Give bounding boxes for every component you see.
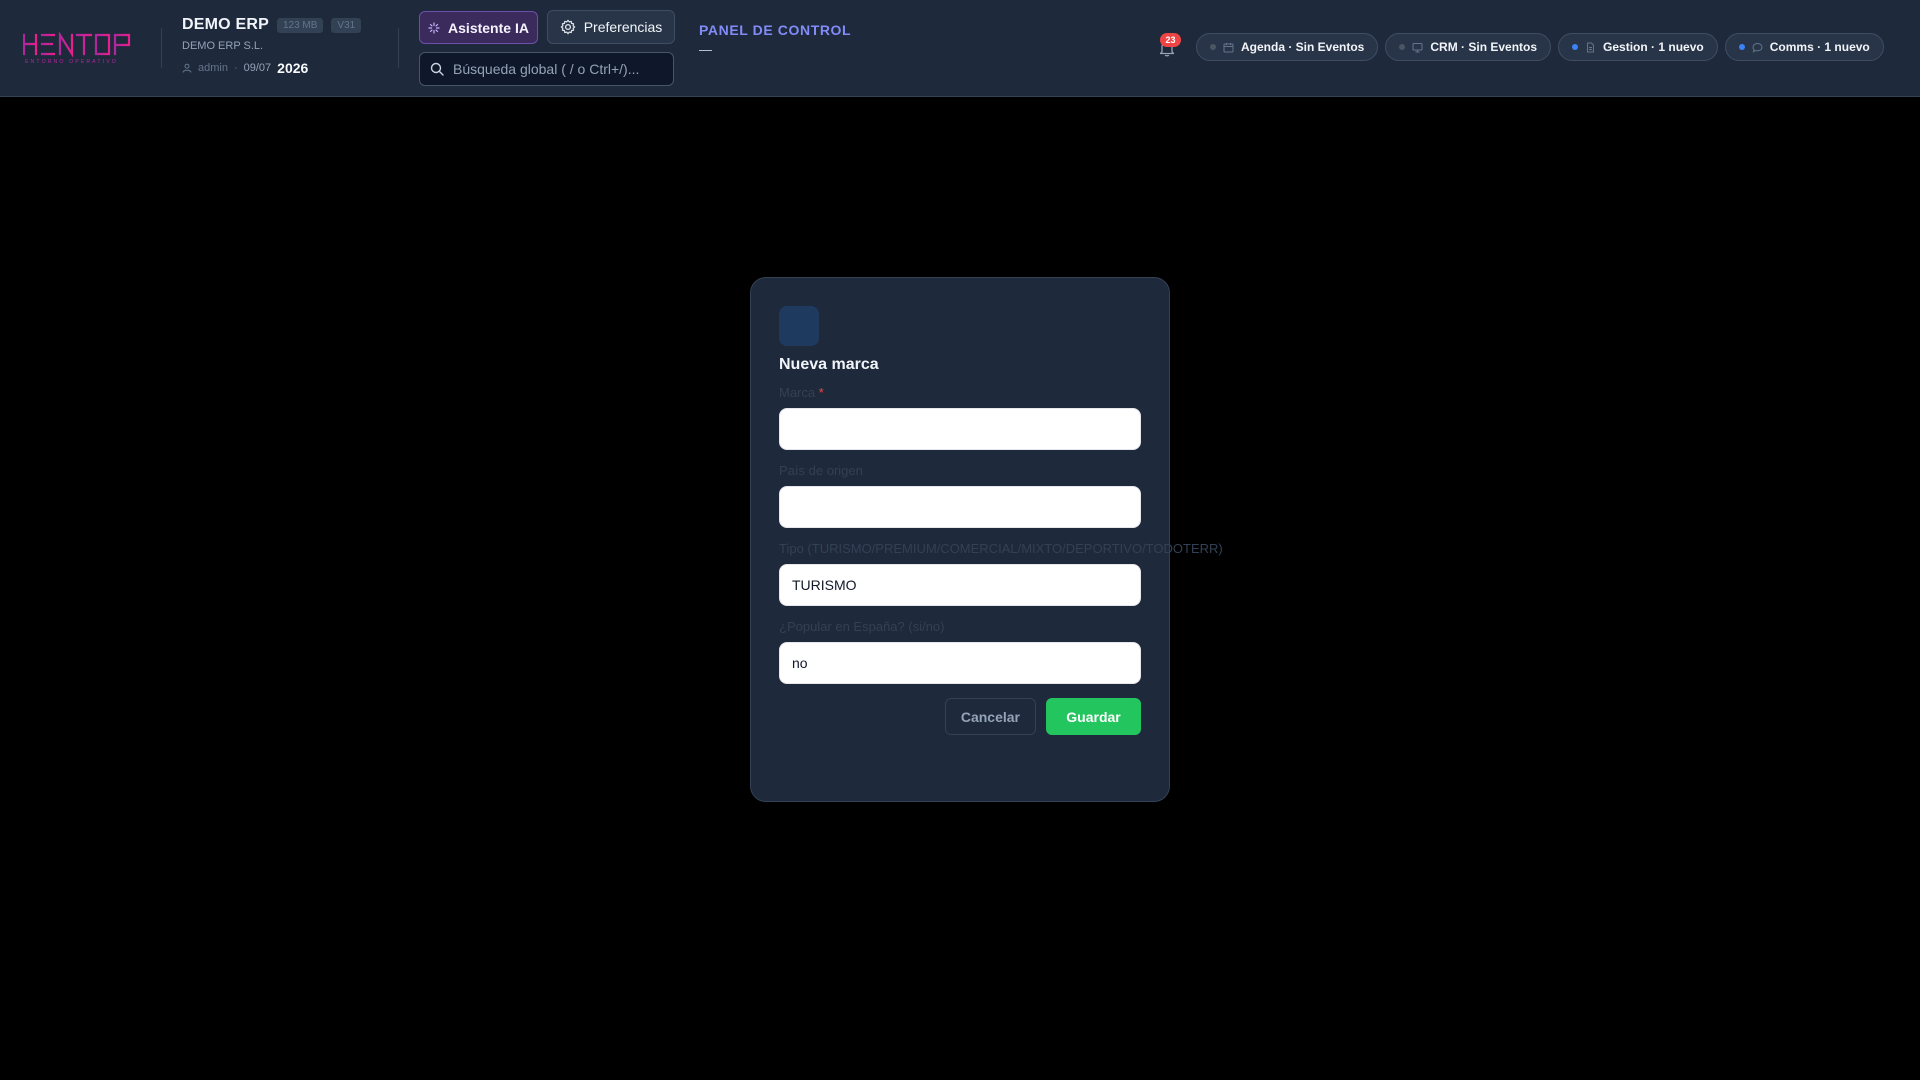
country-field-label: País de origen: [779, 463, 863, 478]
status-dot: [1399, 44, 1406, 50]
version-badge: V31: [331, 17, 362, 33]
page-subtitle: —: [699, 42, 712, 57]
separator-dot: ·: [233, 62, 238, 74]
top-bar: ENTORNO OPERATIVO DEMO ERP 123 MB V31 DE…: [0, 0, 1920, 97]
storage-badge: 123 MB: [276, 17, 324, 33]
session-date: 09/07: [243, 62, 272, 74]
country-input[interactable]: [779, 486, 1141, 528]
status-dot: [1572, 44, 1579, 50]
popular-input[interactable]: [779, 642, 1141, 684]
status-pill-gestion[interactable]: Gestion · 1 nuevo: [1558, 33, 1718, 61]
user-name: admin: [198, 62, 228, 74]
new-brand-dialog: Nueva marca Marca * País de origen Tipo …: [750, 277, 1223, 802]
status-pill-crm[interactable]: CRM · Sin Eventos: [1385, 33, 1552, 61]
save-button[interactable]: Guardar: [1046, 698, 1141, 735]
session-year[interactable]: 2026: [277, 60, 308, 76]
status-pill-agenda[interactable]: Agenda · Sin Eventos: [1196, 33, 1379, 61]
popular-field-label: ¿Popular en España? (si/no): [779, 619, 945, 634]
type-field-label: Tipo (TURISMO/PREMIUM/COMERCIAL/MIXTO/DE…: [779, 541, 1223, 556]
status-dot: [1738, 44, 1745, 50]
required-mark: *: [818, 385, 824, 400]
brand-field-label: Marca *: [779, 383, 1141, 402]
status-dot: [1210, 44, 1216, 50]
gear-icon: [560, 19, 576, 35]
search-input[interactable]: [453, 61, 653, 77]
dialog-title: Nueva marca: [779, 356, 879, 373]
divider: [398, 28, 399, 68]
cancel-button[interactable]: Cancelar: [944, 698, 1036, 735]
status-pill-label: Comms · 1 nuevo: [1769, 40, 1870, 54]
notification-count-badge: 23: [1160, 33, 1181, 47]
status-pill-comms[interactable]: Comms · 1 nuevo: [1724, 33, 1884, 61]
brand-logo[interactable]: ENTORNO OPERATIVO: [23, 32, 143, 66]
monitor-icon: [1412, 42, 1423, 52]
status-pill-label: Agenda · Sin Eventos: [1241, 40, 1365, 54]
brand-input[interactable]: [779, 408, 1141, 450]
dialog-actions: Cancelar Guardar: [779, 698, 1141, 735]
document-icon: [1587, 42, 1595, 52]
divider: [161, 28, 162, 68]
calendar-icon: [1223, 42, 1234, 52]
preferences-label: Preferencias: [583, 19, 663, 35]
global-search[interactable]: [419, 52, 674, 86]
user-icon: [182, 63, 192, 73]
type-input[interactable]: [779, 564, 1141, 606]
company-info: DEMO ERP 123 MB V31 DEMO ERP S.L. admin …: [182, 16, 362, 76]
status-pills: Agenda · Sin Eventos CRM · Sin Eventos G…: [1196, 33, 1884, 61]
search-icon: [430, 62, 444, 76]
dialog-icon: [779, 306, 819, 346]
preferences-button[interactable]: Preferencias: [547, 10, 675, 44]
page-title: PANEL DE CONTROL: [699, 22, 852, 38]
sparkle-icon: [428, 21, 440, 34]
company-name: DEMO ERP: [182, 16, 269, 33]
chat-icon: [1752, 42, 1763, 53]
ai-assistant-button[interactable]: Asistente IA: [419, 11, 538, 44]
ai-assistant-label: Asistente IA: [448, 19, 529, 36]
company-legal-name: DEMO ERP S.L.: [182, 40, 264, 52]
status-pill-label: Gestion · 1 nuevo: [1603, 40, 1704, 54]
status-pill-label: CRM · Sin Eventos: [1430, 40, 1538, 54]
svg-text:ENTORNO OPERATIVO: ENTORNO OPERATIVO: [25, 59, 118, 65]
brand-label-text: Marca: [779, 385, 816, 400]
